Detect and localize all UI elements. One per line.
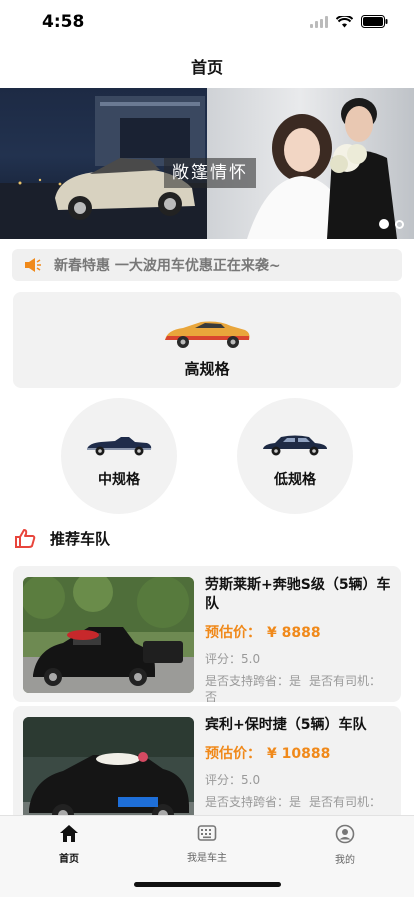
fleet-price: 预估价： ¥ 8888 — [205, 622, 393, 642]
category-mid-label: 中规格 — [98, 472, 140, 488]
fleet-rating: 评分：5.0 — [205, 773, 261, 787]
tab-label: 我是车主 — [187, 853, 227, 864]
status-icons — [310, 15, 388, 28]
page-title: 首页 — [190, 58, 223, 77]
tab-mine[interactable]: 我的 — [276, 824, 414, 866]
price-value: ¥ 8888 — [267, 625, 321, 641]
banner-carousel[interactable]: 敞篷情怀 — [0, 88, 414, 239]
fleet-image — [23, 717, 194, 826]
fleet-info: 宾利+保时捷（5辆）车队 预估价： ¥ 10888 评分：5.0 是否支持跨省：是… — [205, 716, 393, 810]
price-value: ¥ 10888 — [267, 746, 331, 762]
thumbs-up-icon — [15, 529, 36, 548]
driver-flag: 是否有司机： — [309, 795, 382, 809]
price-label: 预估价： — [205, 746, 261, 762]
cross-province-flag: 是否支持跨省：是 — [205, 795, 302, 809]
category-low-label: 低规格 — [274, 472, 316, 488]
fleet-card[interactable]: 宾利+保时捷（5辆）车队 预估价： ¥ 10888 评分：5.0 是否支持跨省：是… — [13, 706, 401, 826]
sports-car-icon — [165, 321, 250, 348]
fleet-rating: 评分：5.0 — [205, 652, 261, 666]
tab-label: 首页 — [59, 854, 79, 865]
notice-text: 新春特惠 一大波用车优惠正在来袭~ — [54, 258, 281, 274]
signal-icon — [310, 15, 328, 28]
fleet-name: 劳斯莱斯+奔驰S级（5辆）车队 — [205, 577, 391, 612]
fleet-price: 预估价： ¥ 10888 — [205, 743, 393, 763]
speaker-icon — [25, 258, 41, 272]
tab-home[interactable]: 首页 — [0, 824, 138, 865]
rolls-royce-photo — [23, 577, 194, 693]
fleet-card[interactable]: 劳斯莱斯+奔驰S级（5辆）车队 预估价： ¥ 8888 评分：5.0 是否支持跨省… — [13, 566, 401, 702]
status-time: 4:58 — [42, 12, 85, 32]
home-icon — [60, 825, 78, 842]
fleet-name: 宾利+保时捷（5辆）车队 — [205, 717, 367, 733]
banner-caption: 敞篷情怀 — [164, 158, 256, 188]
fleet-attributes: 是否支持跨省：是 是否有司机： — [205, 794, 393, 810]
fleet-info: 劳斯莱斯+奔驰S级（5辆）车队 预估价： ¥ 8888 评分：5.0 是否支持跨省… — [205, 576, 393, 702]
fleet-attributes: 是否支持跨省：是 是否有司机：否 — [205, 673, 393, 702]
user-icon — [335, 824, 355, 844]
section-title: 推荐车队 — [50, 529, 111, 548]
battery-icon — [361, 15, 388, 28]
sedan-car-icon — [263, 435, 327, 456]
nav-bar: 首页 — [0, 48, 414, 88]
carousel-dot-active[interactable] — [379, 219, 389, 229]
bentley-photo — [23, 717, 194, 826]
category-high-button[interactable]: 高规格 — [13, 292, 401, 388]
category-mid-button[interactable]: 中规格 — [61, 398, 177, 514]
wifi-icon — [336, 15, 353, 27]
status-bar: 4:58 — [0, 0, 414, 48]
home-indicator — [134, 882, 281, 887]
carousel-dot[interactable] — [395, 220, 404, 229]
carousel-dots — [379, 219, 404, 229]
notice-bar[interactable]: 新春特惠 一大波用车优惠正在来袭~ — [12, 249, 402, 281]
keyboard-icon — [197, 825, 217, 841]
cross-province-flag: 是否支持跨省：是 — [205, 674, 302, 688]
category-high-label: 高规格 — [184, 360, 230, 378]
convertible-car-icon — [87, 437, 152, 456]
tab-owner[interactable]: 我是车主 — [138, 824, 276, 864]
fleet-image — [23, 577, 194, 693]
price-label: 预估价： — [205, 625, 261, 641]
tab-label: 我的 — [335, 855, 355, 866]
category-low-button[interactable]: 低规格 — [237, 398, 353, 514]
section-header-recommend: 推荐车队 — [14, 526, 110, 550]
